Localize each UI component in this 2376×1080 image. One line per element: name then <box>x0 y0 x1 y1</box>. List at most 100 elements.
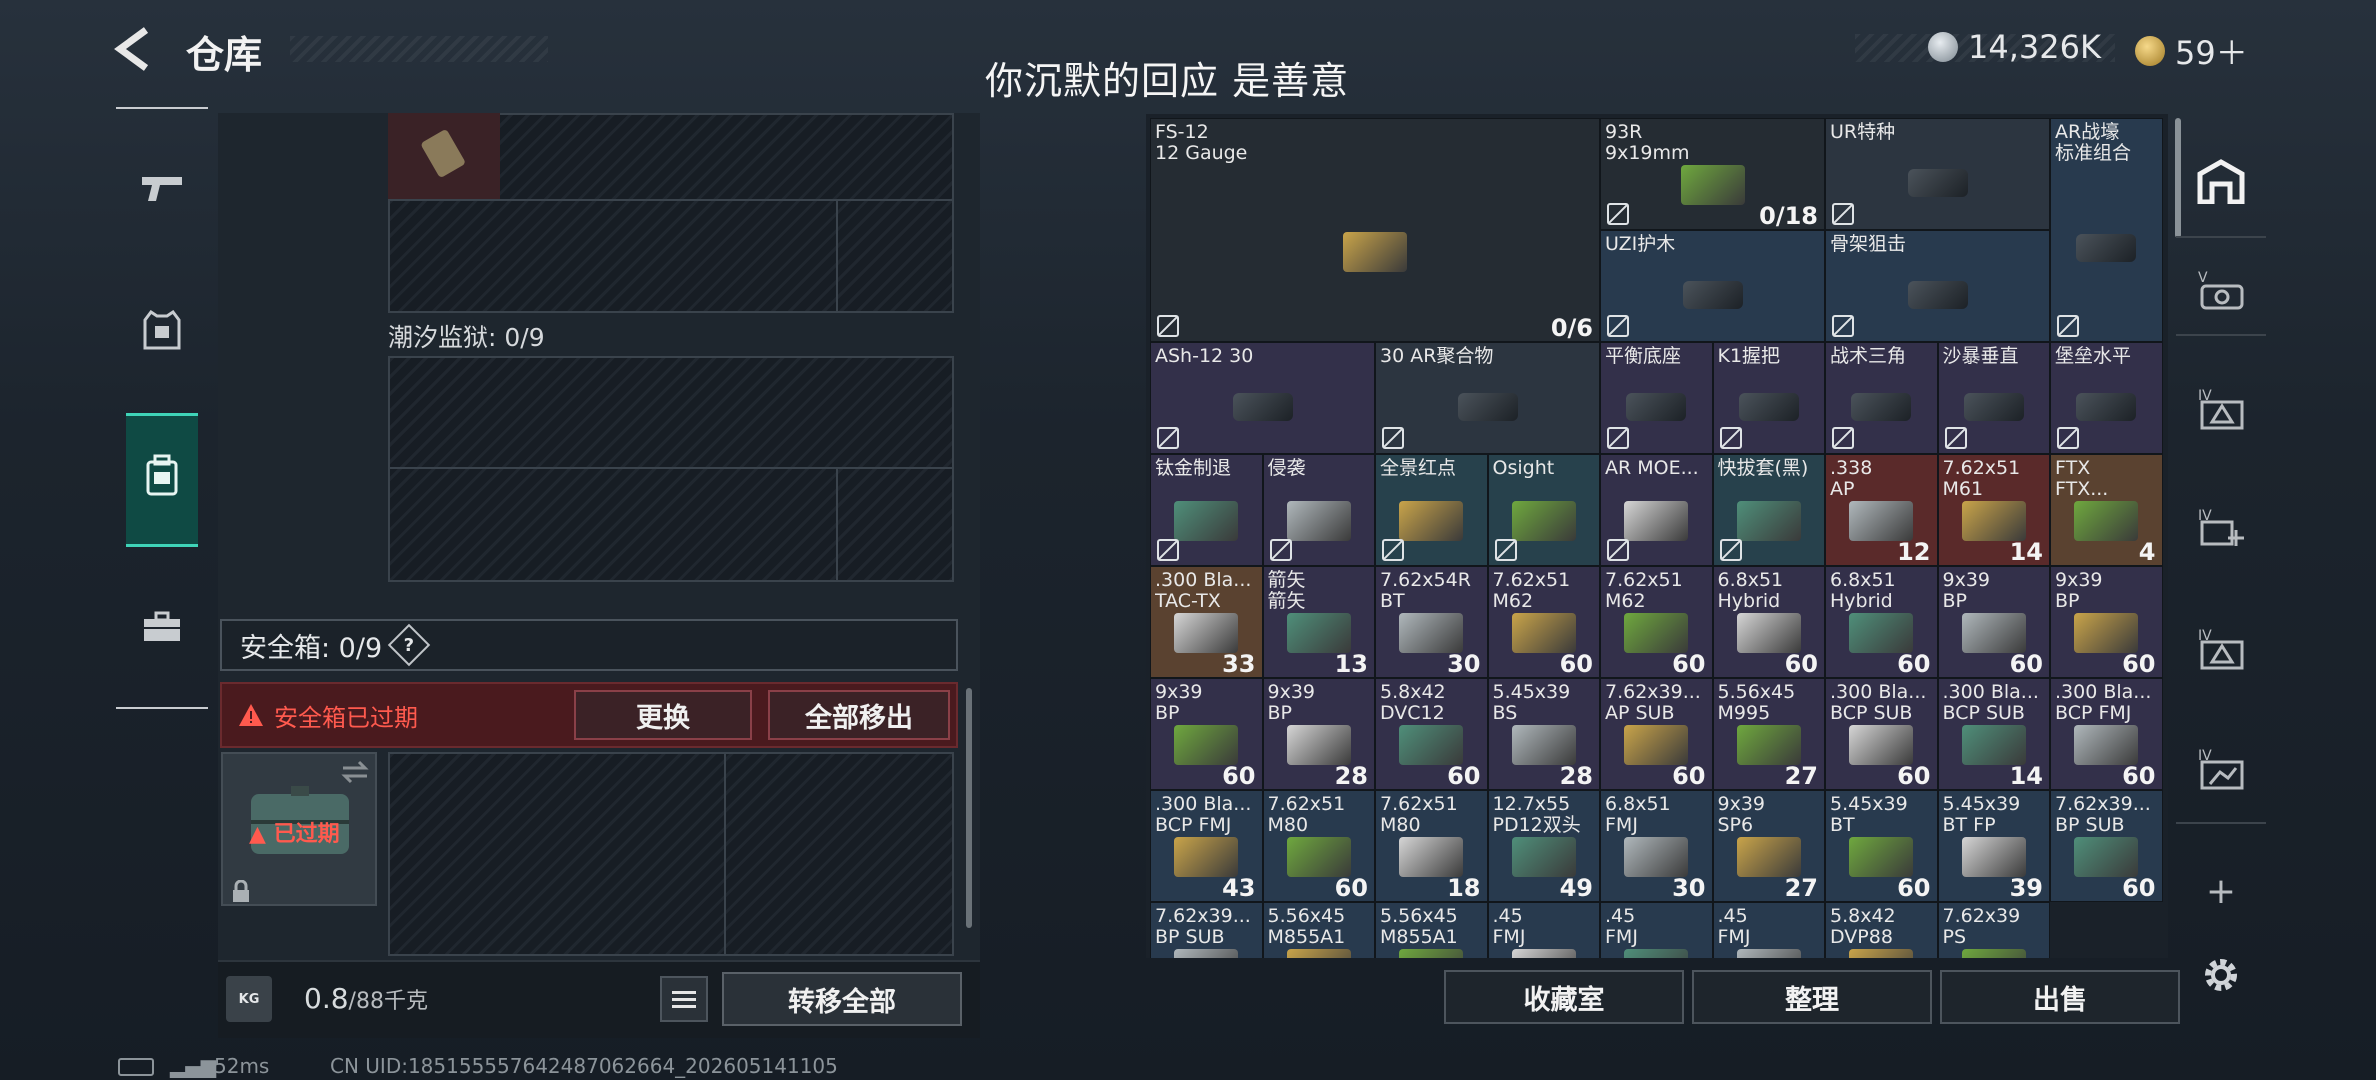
unmarked-icon <box>1269 539 1292 561</box>
item-subtitle: DVC12 <box>1380 703 1445 724</box>
inventory-item[interactable]: 6.8x51 FMJ 30 <box>1600 790 1713 902</box>
inventory-item[interactable]: .300 Bla... BCP SUB 60 <box>1825 678 1938 790</box>
inventory-item[interactable]: 9x39 BP 60 <box>2050 566 2163 678</box>
inventory-item[interactable]: .300 Bla... TAC-TX 33 <box>1150 566 1263 678</box>
help-icon[interactable]: ? <box>387 623 431 667</box>
inventory-item[interactable]: 9x39 BP 28 <box>1262 678 1375 790</box>
item-subtitle: Hybrid <box>1717 591 1781 612</box>
weight-icon: KG <box>226 976 272 1022</box>
inventory-item[interactable]: 7.62x39... BP SUB <box>1150 902 1263 958</box>
inventory-item[interactable]: .300 Bla... BCP FMJ 60 <box>2050 678 2163 790</box>
inventory-item[interactable]: 9x39 BP 60 <box>1937 566 2050 678</box>
tab-weapons[interactable] <box>126 130 198 250</box>
inventory-item[interactable]: 快拔套(黑) <box>1712 454 1825 566</box>
transfer-all-button[interactable]: 转移全部 <box>722 972 962 1026</box>
inventory-item[interactable]: 全景红点 <box>1375 454 1488 566</box>
inventory-item[interactable]: 7.62x51 M80 18 <box>1375 790 1488 902</box>
inventory-item[interactable]: 5.45x39 BT 60 <box>1825 790 1938 902</box>
tab-backpack[interactable] <box>126 413 198 547</box>
inventory-item[interactable]: UR特种 <box>1825 118 2050 230</box>
move-all-out-button[interactable]: 全部移出 <box>768 690 950 740</box>
safe-box-grid[interactable] <box>388 752 954 956</box>
silver-amount: 14,326K <box>1968 28 2101 66</box>
inventory-item[interactable]: .45 FMJ <box>1487 902 1600 958</box>
inventory-item[interactable]: 7.62x51 M62 60 <box>1487 566 1600 678</box>
replace-button[interactable]: 更换 <box>574 690 752 740</box>
inventory-item[interactable]: 箭矢 箭矢 13 <box>1262 566 1375 678</box>
tab-storage-5[interactable]: V <box>2186 254 2256 324</box>
inventory-item[interactable]: .45 FMJ <box>1712 902 1825 958</box>
ammo-box-icon <box>2074 501 2139 541</box>
back-button[interactable] <box>112 26 158 72</box>
inventory-item[interactable]: 5.8x42 DVC12 60 <box>1375 678 1488 790</box>
inventory-item[interactable]: .300 Bla... BCP SUB 14 <box>1937 678 2050 790</box>
inventory-item[interactable]: 7.62x51 M62 60 <box>1600 566 1713 678</box>
inventory-item[interactable]: UZI护木 <box>1600 230 1825 342</box>
inventory-item[interactable]: 7.62x39 PS <box>1937 902 2050 958</box>
item-name: 5.8x42 <box>1830 906 1896 927</box>
unmarked-icon <box>1719 427 1742 449</box>
swap-icon[interactable] <box>341 760 369 784</box>
list-view-button[interactable] <box>660 976 708 1022</box>
ammo-box-icon <box>1961 949 2026 958</box>
grid-scrollbar[interactable] <box>2175 118 2181 238</box>
inventory-item[interactable]: 93R 9x19mm 0/18 <box>1600 118 1825 230</box>
inventory-item[interactable]: 沙暴垂直 <box>1937 342 2050 454</box>
tab-storage-4a[interactable]: IV <box>2186 372 2256 442</box>
inventory-item[interactable]: Osight <box>1487 454 1600 566</box>
tab-storage-4b[interactable]: IV <box>2186 492 2256 562</box>
collection-button[interactable]: 收藏室 <box>1444 970 1684 1024</box>
inventory-item[interactable]: 12.7x55 PD12双头 49 <box>1487 790 1600 902</box>
inventory-item[interactable]: 7.62x39... BP SUB 60 <box>2050 790 2163 902</box>
settings-button[interactable] <box>2186 940 2256 1010</box>
inventory-item[interactable]: .338 AP 12 <box>1825 454 1938 566</box>
tab-storage-4c[interactable]: IV <box>2186 612 2256 682</box>
tab-case[interactable] <box>126 570 198 690</box>
inventory-item[interactable]: ASh-12 30 <box>1150 342 1375 454</box>
inventory-item[interactable]: AR MOE... <box>1600 454 1713 566</box>
unmarked-icon <box>1157 427 1179 449</box>
item-subtitle: M62 <box>1492 591 1534 612</box>
add-storage-button[interactable]: + <box>2186 856 2256 926</box>
safe-case-slot[interactable]: ▲ 已过期 <box>221 752 377 906</box>
sort-button[interactable]: 整理 <box>1692 970 1932 1024</box>
tab-warehouse-main[interactable] <box>2186 146 2256 216</box>
inventory-item[interactable]: .300 Bla... BCP FMJ 43 <box>1150 790 1263 902</box>
inventory-item[interactable]: 7.62x39... AP SUB 60 <box>1600 678 1713 790</box>
tab-armor[interactable] <box>126 275 198 395</box>
inventory-item[interactable]: K1握把 <box>1712 342 1825 454</box>
ammo-box-icon <box>1961 837 2026 877</box>
silver-currency[interactable]: 14,326K <box>1928 28 2101 66</box>
gold-currency[interactable]: 59＋ <box>2135 28 2248 74</box>
inventory-item[interactable]: 骨架狙击 <box>1825 230 2050 342</box>
inventory-item[interactable]: 5.45x39 BT FP 39 <box>1937 790 2050 902</box>
left-scrollbar[interactable] <box>966 688 972 928</box>
inventory-item[interactable]: 钛金制退 <box>1150 454 1263 566</box>
inventory-item[interactable]: 5.56x45 M855A1 <box>1375 902 1488 958</box>
inventory-item[interactable]: 5.45x39 BS 28 <box>1487 678 1600 790</box>
inventory-item[interactable]: AR战壕 标准组合 <box>2050 118 2163 342</box>
inventory-item[interactable]: 战术三角 <box>1825 342 1938 454</box>
inventory-item[interactable]: FS-12 12 Gauge 0/6 <box>1150 118 1600 342</box>
tide-prison-grid[interactable] <box>388 356 954 582</box>
inventory-item[interactable]: 9x39 BP 60 <box>1150 678 1263 790</box>
inventory-item[interactable]: 平衡底座 <box>1600 342 1713 454</box>
inventory-item[interactable]: .45 FMJ <box>1600 902 1713 958</box>
inventory-item[interactable]: 5.56x45 M995 27 <box>1712 678 1825 790</box>
inventory-item[interactable]: FTX FTX... 4 <box>2050 454 2163 566</box>
backpack-item[interactable] <box>388 113 500 201</box>
tab-storage-4d[interactable]: IV <box>2186 732 2256 802</box>
inventory-item[interactable]: 堡垒水平 <box>2050 342 2163 454</box>
inventory-item[interactable]: 5.8x42 DVP88 <box>1825 902 1938 958</box>
item-count: 49 <box>1559 874 1593 902</box>
inventory-item[interactable]: 侵袭 <box>1262 454 1375 566</box>
inventory-item[interactable]: 6.8x51 Hybrid 60 <box>1712 566 1825 678</box>
sell-button[interactable]: 出售 <box>1940 970 2180 1024</box>
inventory-item[interactable]: 7.62x51 M61 14 <box>1937 454 2050 566</box>
inventory-item[interactable]: 9x39 SP6 27 <box>1712 790 1825 902</box>
inventory-item[interactable]: 5.56x45 M855A1 <box>1262 902 1375 958</box>
inventory-item[interactable]: 7.62x51 M80 60 <box>1262 790 1375 902</box>
inventory-item[interactable]: 7.62x54R BT 30 <box>1375 566 1488 678</box>
inventory-item[interactable]: 6.8x51 Hybrid 60 <box>1825 566 1938 678</box>
inventory-item[interactable]: 30 AR聚合物 <box>1375 342 1600 454</box>
